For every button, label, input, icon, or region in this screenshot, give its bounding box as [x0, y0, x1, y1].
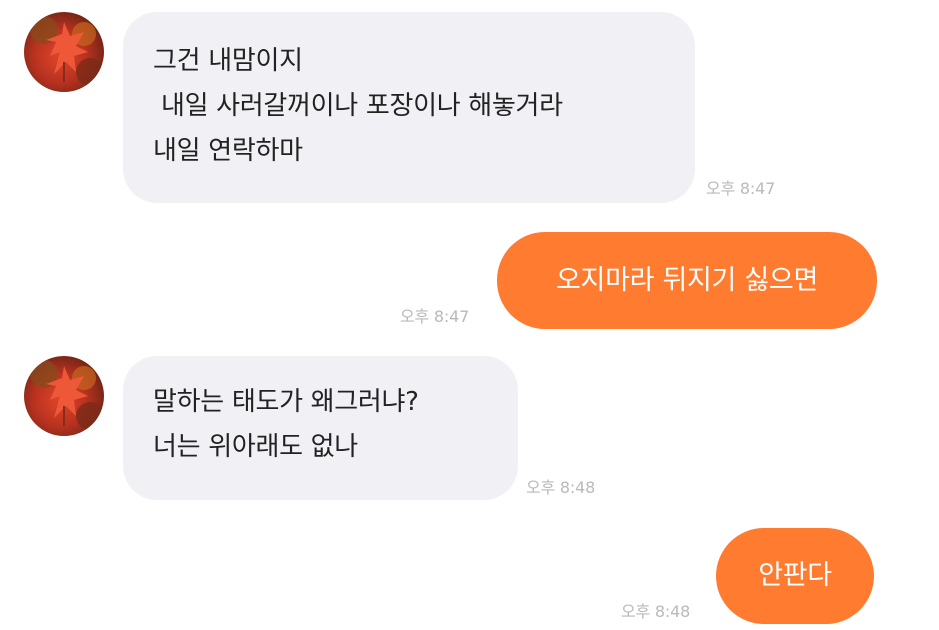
message-timestamp: 오후 8:48 — [526, 478, 596, 497]
autumn-maple-leaf-icon — [24, 356, 104, 436]
received-message-bubble[interactable]: 그건 내맘이지 내일 사러갈꺼이나 포장이나 해놓거라 내일 연락하마 — [123, 12, 695, 203]
message-text: 안판다 — [758, 560, 832, 591]
received-message-bubble[interactable]: 말하는 태도가 왜그러냐? 너는 위아래도 없나 — [123, 356, 518, 500]
message-text-line: 내일 연락하마 — [153, 136, 303, 166]
contact-avatar[interactable] — [24, 12, 104, 92]
autumn-maple-leaf-icon — [24, 12, 104, 92]
message-text-line: 말하는 태도가 왜그러냐? — [153, 387, 419, 417]
message-timestamp: 오후 8:48 — [621, 602, 691, 621]
sent-message-bubble[interactable]: 안판다 — [716, 528, 874, 624]
message-text: 오지마라 뒤지기 싫으면 — [556, 265, 818, 296]
contact-avatar[interactable] — [24, 356, 104, 436]
message-text-line: 너는 위아래도 없나 — [153, 432, 358, 462]
message-timestamp: 오후 8:47 — [400, 307, 470, 326]
message-timestamp: 오후 8:47 — [706, 179, 776, 198]
message-text-line: 내일 사러갈꺼이나 포장이나 해놓거라 — [153, 91, 563, 121]
sent-message-bubble[interactable]: 오지마라 뒤지기 싫으면 — [497, 232, 877, 329]
message-text-line: 그건 내맘이지 — [153, 46, 303, 76]
